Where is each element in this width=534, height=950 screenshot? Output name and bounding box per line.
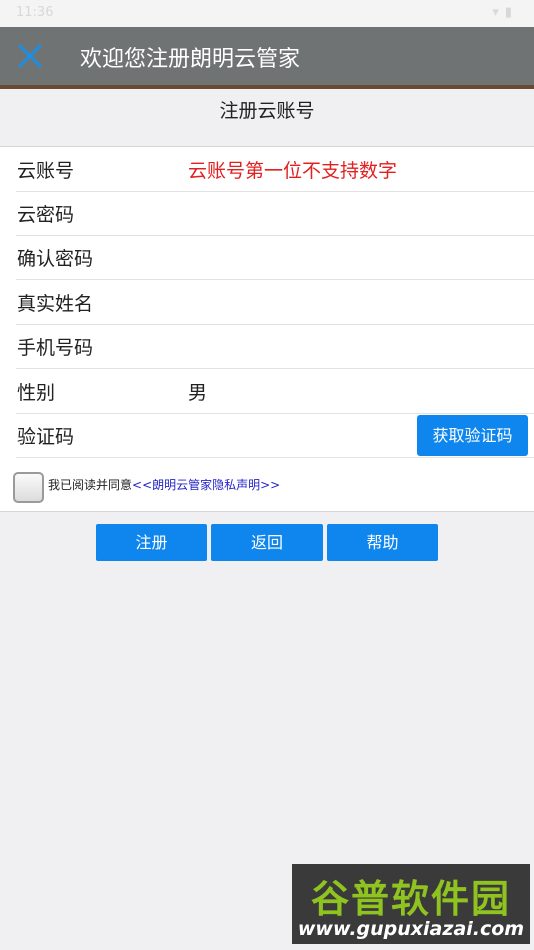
account-input[interactable]: 云账号第一位不支持数字 <box>188 156 397 183</box>
agreement-row: 我已阅读并同意<<朗明云管家隐私声明>> <box>13 470 523 506</box>
form-row-gender[interactable]: 性别 男 <box>0 369 534 414</box>
app-bar: 欢迎您注册朗明云管家 <box>0 27 534 85</box>
action-buttons: 注册 返回 帮助 <box>0 524 534 562</box>
field-label: 确认密码 <box>17 248 94 270</box>
form-row-password[interactable]: 云密码 <box>0 191 534 236</box>
form-row-account[interactable]: 云账号 云账号第一位不支持数字 <box>0 147 534 192</box>
close-button[interactable] <box>14 40 46 72</box>
field-label: 云密码 <box>17 204 75 226</box>
back-button[interactable]: 返回 <box>211 524 323 561</box>
register-form: 云账号 云账号第一位不支持数字 云密码 确认密码 真实姓名 手机号码 性别 男 … <box>0 146 534 512</box>
field-label: 验证码 <box>17 426 75 448</box>
status-icons: ▾▮ <box>492 5 518 20</box>
agreement-checkbox[interactable] <box>13 472 44 503</box>
form-row-real-name[interactable]: 真实姓名 <box>0 280 534 325</box>
watermark-url: www.gupuxiazai.com <box>297 918 525 940</box>
wifi-icon: ▾ <box>492 5 505 20</box>
gender-select[interactable]: 男 <box>188 378 207 405</box>
watermark-title: 谷普软件园 <box>310 877 511 921</box>
app-bar-title: 欢迎您注册朗明云管家 <box>80 47 301 72</box>
help-button[interactable]: 帮助 <box>327 524 438 561</box>
form-row-phone[interactable]: 手机号码 <box>0 324 534 369</box>
agreement-text: 我已阅读并同意<<朗明云管家隐私声明>> <box>48 478 281 492</box>
page-subtitle: 注册云账号 <box>0 89 534 146</box>
status-bar: 11:36 ▾▮ <box>0 0 534 27</box>
field-label: 性别 <box>17 382 56 404</box>
field-label: 真实姓名 <box>17 293 94 315</box>
get-code-button[interactable]: 获取验证码 <box>417 415 528 456</box>
field-label: 手机号码 <box>17 337 94 359</box>
register-button[interactable]: 注册 <box>96 524 207 561</box>
form-row-confirm-password[interactable]: 确认密码 <box>0 235 534 280</box>
field-label: 云账号 <box>17 160 75 182</box>
close-icon <box>17 43 43 69</box>
privacy-link[interactable]: <<朗明云管家隐私声明>> <box>132 478 280 492</box>
watermark-logo: 谷普软件园 www.gupuxiazai.com <box>292 864 530 944</box>
status-time: 11:36 <box>16 5 54 20</box>
battery-icon: ▮ <box>504 5 518 20</box>
form-row-verification-code[interactable]: 验证码 获取验证码 <box>0 413 534 458</box>
